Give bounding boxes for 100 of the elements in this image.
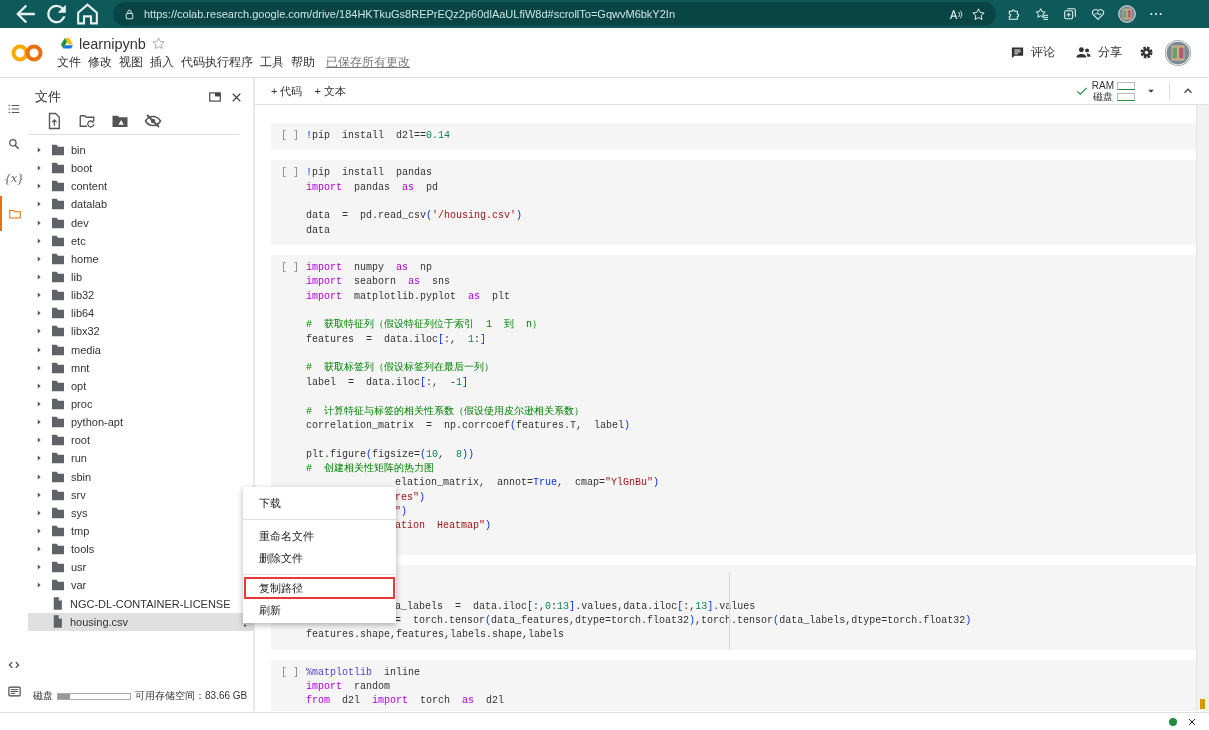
code-line: from d2l import torch as d2l <box>306 694 505 709</box>
file-row[interactable]: etc <box>28 231 253 250</box>
code-line: features = data.iloc[:, 1:] <box>306 332 488 347</box>
file-row[interactable]: housing.csv <box>28 612 253 631</box>
health-icon[interactable] <box>1090 6 1106 22</box>
star-icon[interactable] <box>150 36 166 51</box>
eye-off-icon[interactable] <box>144 112 162 130</box>
menu-item[interactable]: 帮助 <box>291 54 320 70</box>
file-row[interactable]: boot <box>28 159 253 178</box>
code-line: features.shape,features,labels.shape,labels <box>306 628 566 643</box>
file-row[interactable]: sbin <box>28 467 253 486</box>
favorites-icon[interactable] <box>1034 6 1050 22</box>
menu-item[interactable]: 代码执行程序 <box>181 54 258 70</box>
close-icon[interactable] <box>1187 717 1197 727</box>
drive-icon <box>60 37 74 50</box>
comment-button[interactable]: 评论 <box>1000 40 1065 65</box>
disk-label: 磁盘 <box>1091 91 1114 102</box>
code-line: label = data.iloc[:, -1] <box>306 375 470 390</box>
code-line: res") <box>394 490 427 505</box>
menu-item[interactable]: 视图 <box>119 54 148 70</box>
window-icon[interactable] <box>208 90 222 104</box>
add-code-button[interactable]: + 代码 <box>265 80 309 102</box>
star-icon[interactable] <box>971 6 986 22</box>
file-name: tmp <box>71 525 90 537</box>
file-name: usr <box>71 561 87 574</box>
file-name: run <box>71 452 87 465</box>
file-row[interactable]: home <box>28 249 253 268</box>
collections-icon[interactable] <box>1062 6 1078 22</box>
disk-label: 磁盘 <box>33 689 53 703</box>
share-button[interactable]: 分享 <box>1065 40 1132 65</box>
file-name: libx32 <box>71 325 100 338</box>
lock-icon <box>123 7 136 21</box>
code-line: plt.figure(figsize=(10, 8)) <box>306 447 476 462</box>
file-row[interactable]: opt <box>28 376 253 395</box>
panel-title: 文件 <box>35 88 61 106</box>
code-line: !pip install d2l==0.14 <box>306 129 451 143</box>
save-status-link[interactable]: 已保存所有更改 <box>326 54 410 70</box>
disk-meter <box>1117 92 1135 101</box>
file-row[interactable]: datalab <box>28 195 253 214</box>
code-line: data <box>306 223 331 238</box>
code-line: # 计算特征与标签的相关性系数（假设使用皮尔逊相关系数） <box>306 404 585 419</box>
menu-item[interactable]: 插入 <box>150 54 179 70</box>
comment-icon <box>1010 45 1025 60</box>
code-line: = torch.tensor(data_features,dtype=torch.float32),torch.tensor(data_labels,dtype=torch.float32) <box>394 613 972 628</box>
file-row[interactable]: root <box>28 431 253 450</box>
ram-label: RAM <box>1091 80 1114 91</box>
menu-item[interactable]: 复制路径 <box>244 577 395 599</box>
file-row[interactable]: lib32 <box>28 286 253 305</box>
file-name: home <box>71 252 99 265</box>
add-text-button[interactable]: + 文本 <box>308 80 352 102</box>
address-bar[interactable]: https://colab.research.google.com/drive/184HKTkuGs8REPrEQz2p60dlAaULfiW8d#scrollTo=GqwvM6bkY2In <box>113 2 996 26</box>
file-name: mnt <box>71 361 90 374</box>
file-row[interactable]: python-apt <box>28 413 253 432</box>
file-name: python-apt <box>71 416 123 429</box>
file-row[interactable]: bin <box>28 141 253 160</box>
file-row[interactable]: lib64 <box>28 304 253 323</box>
menu-item[interactable]: 修改 <box>88 54 117 70</box>
file-name: lib64 <box>71 307 95 320</box>
profile-avatar[interactable] <box>1118 5 1136 23</box>
resources-button[interactable]: RAM 磁盘 <box>1091 80 1135 102</box>
code-line: elation_matrix, annot=True, cmap="YlGnBu") <box>394 476 660 491</box>
file-name: boot <box>71 162 93 175</box>
menu-item[interactable]: 文件 <box>57 54 86 70</box>
file-name: etc <box>71 234 86 247</box>
file-row[interactable]: libx32 <box>28 322 253 341</box>
scroll-marker <box>1200 699 1205 709</box>
settings-icon[interactable] <box>1138 44 1155 61</box>
code-line: ") <box>394 504 409 519</box>
terminal-icon[interactable] <box>6 684 22 699</box>
code-line: !pip install pandas <box>306 166 434 181</box>
file-name: lib32 <box>71 289 95 302</box>
folder-refresh-icon[interactable] <box>78 112 96 130</box>
file-name: content <box>71 180 108 193</box>
file-row[interactable]: mnt <box>28 358 253 377</box>
file-row[interactable]: content <box>28 177 253 196</box>
file-name: housing.csv <box>70 615 129 628</box>
account-avatar[interactable] <box>1165 39 1191 66</box>
file-row[interactable]: run <box>28 449 253 468</box>
connection-status-dot <box>1169 718 1177 726</box>
file-name: var <box>71 579 87 592</box>
code-line: %matplotlib inline <box>306 665 422 680</box>
file-row[interactable]: media <box>28 340 253 359</box>
code-line: import seaborn as sns <box>306 275 452 290</box>
file-row[interactable]: proc <box>28 394 253 414</box>
file-row[interactable]: dev <box>28 213 253 232</box>
file-name: NGC-DL-CONTAINER-LICENSE <box>70 597 231 610</box>
code-line: correlation_matrix = np.corrcoef(features.T, label) <box>306 418 632 433</box>
code-line: # 获取标签列（假设标签列在最后一列） <box>306 361 495 376</box>
file-name: root <box>71 434 90 447</box>
file-name: datalab <box>71 198 108 211</box>
file-name: sys <box>71 506 88 519</box>
file-name: opt <box>71 379 87 392</box>
file-name: media <box>71 343 101 356</box>
variables-button[interactable]: {x} <box>3 172 25 185</box>
menu-item[interactable]: 工具 <box>260 54 289 70</box>
code-line: import pandas as pd <box>306 180 440 195</box>
file-row[interactable]: lib <box>28 268 253 287</box>
extensions-icon[interactable] <box>1006 6 1022 22</box>
search-icon[interactable] <box>7 136 21 151</box>
notebook-title[interactable]: learnipynb <box>79 35 146 52</box>
